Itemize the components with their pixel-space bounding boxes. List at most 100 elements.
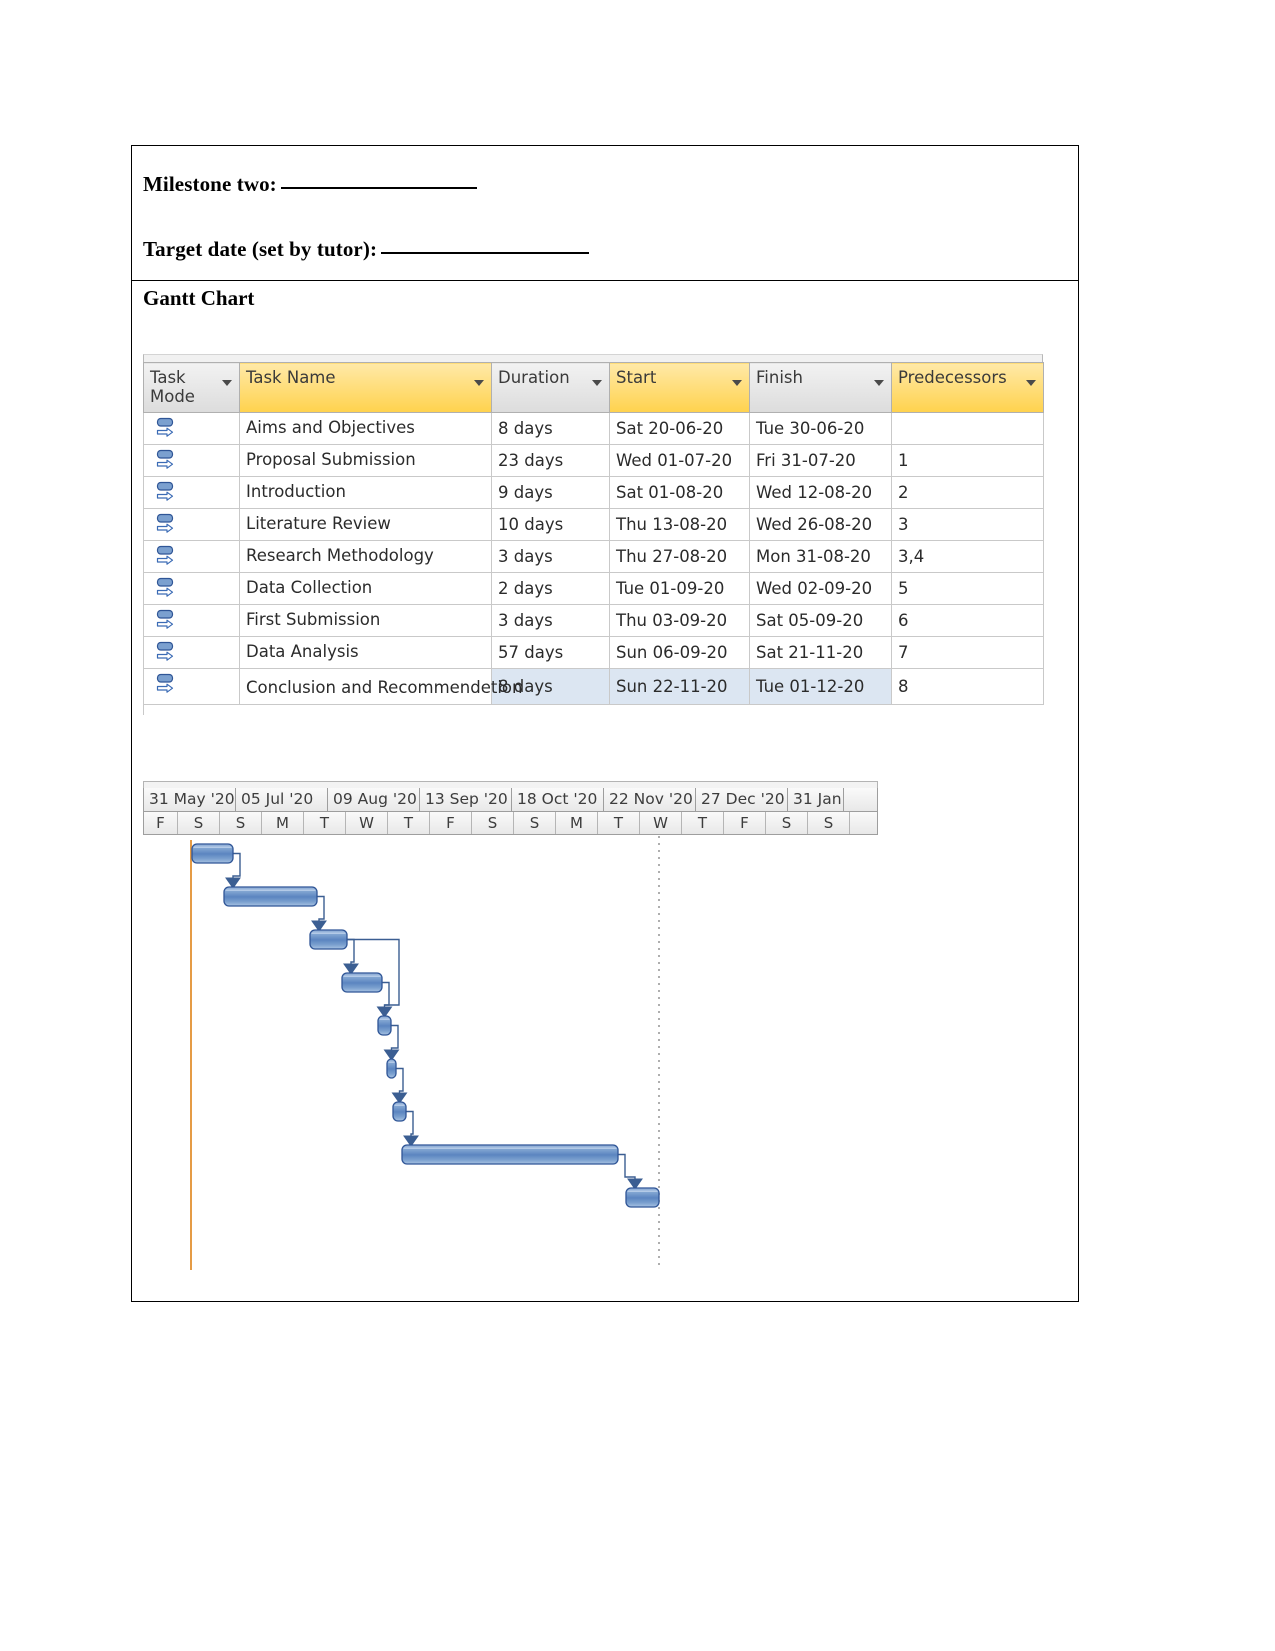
cell-predecessors[interactable]: 6 — [891, 604, 1044, 637]
cell-finish[interactable]: Wed 12-08-20 — [749, 476, 892, 509]
cell-start[interactable]: Sun 06-09-20 — [609, 636, 750, 669]
cell-task-mode[interactable] — [143, 636, 240, 669]
cell-duration[interactable]: 23 days — [491, 444, 610, 477]
table-row[interactable]: Aims and Objectives 8 days Sat 20-06-20 Tue… — [143, 412, 1044, 445]
cell-duration[interactable]: 3 days — [491, 604, 610, 637]
column-header-finish[interactable]: Finish — [749, 362, 892, 413]
cell-start[interactable]: Sat 01-08-20 — [609, 476, 750, 509]
gantt-bar[interactable] — [401, 1144, 619, 1165]
cell-start[interactable]: Sun 22-11-20 — [609, 668, 750, 705]
chevron-down-icon[interactable] — [474, 380, 484, 386]
cell-duration[interactable]: 3 days — [491, 540, 610, 573]
cell-start[interactable]: Thu 13-08-20 — [609, 508, 750, 541]
timeline-minor-tick: T — [598, 812, 640, 834]
chevron-down-icon[interactable] — [1026, 380, 1036, 386]
cell-predecessors[interactable]: 8 — [891, 668, 1044, 705]
cell-predecessors[interactable]: 7 — [891, 636, 1044, 669]
cell-duration[interactable]: 57 days — [491, 636, 610, 669]
cell-task-mode[interactable] — [143, 412, 240, 445]
gantt-bar[interactable] — [309, 929, 348, 950]
timeline-top-strip — [143, 781, 878, 788]
cell-duration[interactable]: 2 days — [491, 572, 610, 605]
table-row[interactable]: First Submission 3 days Thu 03-09-20 Sat 05… — [143, 604, 1044, 637]
cell-start[interactable]: Thu 03-09-20 — [609, 604, 750, 637]
cell-finish[interactable]: Fri 31-07-20 — [749, 444, 892, 477]
cell-predecessors[interactable]: 3 — [891, 508, 1044, 541]
cell-task-name[interactable]: First Submission — [239, 604, 492, 637]
cell-predecessors[interactable]: 1 — [891, 444, 1044, 477]
cell-task-name[interactable]: Introduction — [239, 476, 492, 509]
cell-predecessors[interactable]: 5 — [891, 572, 1044, 605]
gantt-bar[interactable] — [392, 1101, 407, 1122]
gantt-bar[interactable] — [625, 1187, 660, 1208]
cell-duration[interactable]: 8 days — [491, 668, 610, 705]
cell-task-mode[interactable] — [143, 444, 240, 477]
cell-duration[interactable]: 10 days — [491, 508, 610, 541]
chevron-down-icon[interactable] — [732, 380, 742, 386]
chevron-down-icon[interactable] — [592, 380, 602, 386]
auto-schedule-icon — [156, 577, 174, 597]
cell-finish[interactable]: Tue 01-12-20 — [749, 668, 892, 705]
cell-finish[interactable]: Tue 30-06-20 — [749, 412, 892, 445]
table-row[interactable]: Introduction 9 days Sat 01-08-20 Wed 12-08-… — [143, 476, 1044, 509]
cell-finish[interactable]: Sat 21-11-20 — [749, 636, 892, 669]
table-row[interactable]: Data Analysis 57 days Sun 06-09-20 Sat 21-1… — [143, 636, 1044, 669]
gantt-bar[interactable] — [223, 886, 318, 907]
column-header-predecessors[interactable]: Predecessors — [891, 362, 1044, 413]
cell-task-name[interactable]: Data Analysis — [239, 636, 492, 669]
cell-finish[interactable]: Wed 26-08-20 — [749, 508, 892, 541]
gantt-bar[interactable] — [191, 843, 234, 864]
column-header-task-mode[interactable]: Task Mode — [143, 362, 240, 413]
cell-predecessors[interactable]: 2 — [891, 476, 1044, 509]
timeline-minor-tick: M — [262, 812, 304, 834]
gantt-link-line — [347, 938, 400, 1006]
table-row[interactable]: Research Methodology 3 days Thu 27-08-20 Mo… — [143, 540, 1044, 573]
cell-duration[interactable]: 9 days — [491, 476, 610, 509]
cell-task-mode[interactable] — [143, 668, 240, 705]
cell-duration[interactable]: 8 days — [491, 412, 610, 445]
chevron-down-icon[interactable] — [874, 380, 884, 386]
cell-task-name[interactable]: Research Methodology — [239, 540, 492, 573]
cell-task-name[interactable]: Literature Review — [239, 508, 492, 541]
table-row[interactable]: Conclusion and Recommendetion 8 days Sun 2… — [143, 668, 1044, 705]
cell-start[interactable]: Sat 20-06-20 — [609, 412, 750, 445]
timeline-minor-tick: W — [640, 812, 682, 834]
timeline-minor-tick: T — [304, 812, 346, 834]
table-row[interactable]: Proposal Submission 23 days Wed 01-07-20 Fr… — [143, 444, 1044, 477]
cell-task-mode[interactable] — [143, 572, 240, 605]
cell-task-mode[interactable] — [143, 476, 240, 509]
task-table: Task Mode Task Name Duration Start Finis… — [143, 362, 1044, 705]
timeline-minor-tick: S — [514, 812, 556, 834]
task-table-body: Aims and Objectives 8 days Sat 20-06-20 Tue… — [143, 412, 1044, 705]
gantt-bar[interactable] — [386, 1058, 397, 1079]
gantt-bar[interactable] — [341, 972, 383, 993]
column-header-start[interactable]: Start — [609, 362, 750, 413]
cell-start[interactable]: Thu 27-08-20 — [609, 540, 750, 573]
cell-task-mode[interactable] — [143, 508, 240, 541]
table-row[interactable]: Literature Review 10 days Thu 13-08-20 Wed … — [143, 508, 1044, 541]
task-grid-container: Task Mode Task Name Duration Start Finis… — [143, 354, 1044, 715]
chevron-down-icon[interactable] — [222, 380, 232, 386]
cell-task-name[interactable]: Aims and Objectives — [239, 412, 492, 445]
timeline-minor-tick: F — [144, 812, 178, 834]
gantt-bar[interactable] — [377, 1015, 392, 1036]
start-label: Start — [616, 368, 657, 387]
column-header-task-name[interactable]: Task Name — [239, 362, 492, 413]
table-row[interactable]: Data Collection 2 days Tue 01-09-20 Wed 02-… — [143, 572, 1044, 605]
cell-start[interactable]: Tue 01-09-20 — [609, 572, 750, 605]
cell-finish[interactable]: Mon 31-08-20 — [749, 540, 892, 573]
cell-task-mode[interactable] — [143, 540, 240, 573]
cell-finish[interactable]: Wed 02-09-20 — [749, 572, 892, 605]
cell-predecessors[interactable] — [891, 412, 1044, 445]
cell-task-name[interactable]: Data Collection — [239, 572, 492, 605]
target-date-line: Target date (set by tutor): — [143, 237, 590, 262]
cell-start[interactable]: Wed 01-07-20 — [609, 444, 750, 477]
cell-predecessors[interactable]: 3,4 — [891, 540, 1044, 573]
cell-finish[interactable]: Sat 05-09-20 — [749, 604, 892, 637]
column-header-duration[interactable]: Duration — [491, 362, 610, 413]
cell-task-name[interactable]: Proposal Submission — [239, 444, 492, 477]
cell-task-mode[interactable] — [143, 604, 240, 637]
timeline-minor-tick: F — [430, 812, 472, 834]
timeline-major-row: 31 May '20 05 Jul '20 09 Aug '20 13 Sep '20… — [143, 788, 878, 812]
cell-task-name[interactable]: Conclusion and Recommendetion — [239, 668, 522, 705]
